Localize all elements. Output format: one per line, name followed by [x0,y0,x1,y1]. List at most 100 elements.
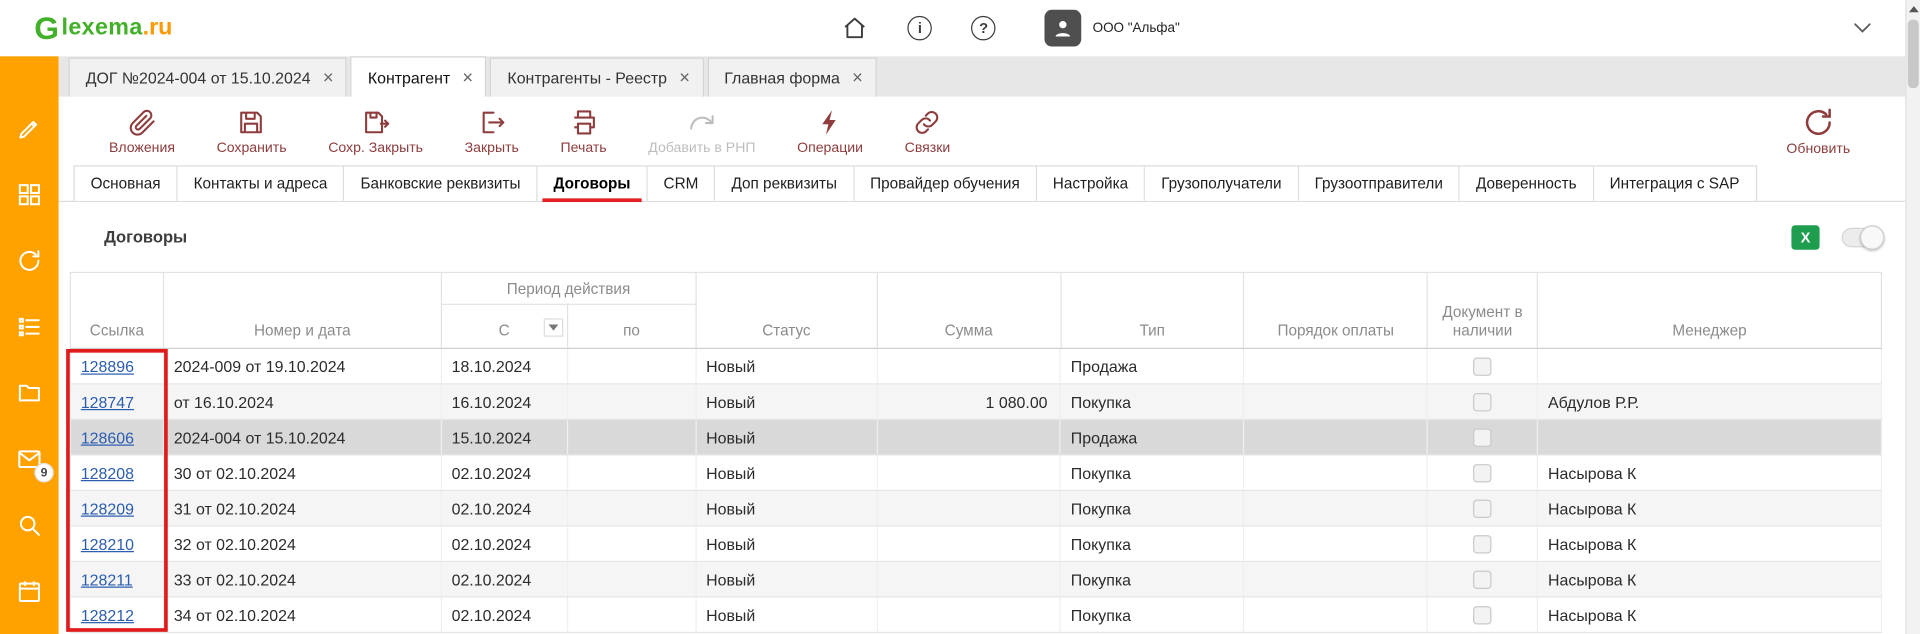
cell-payment [1245,420,1429,454]
contract-link[interactable]: 128606 [81,428,134,446]
window-tab[interactable]: Контрагент × [351,56,487,96]
edit-icon[interactable] [16,115,43,142]
table-row[interactable]: 128212 34 от 02.10.2024 02.10.2024 Новый… [70,598,1882,634]
doc-checkbox[interactable] [1473,392,1491,410]
col-header-payment[interactable]: Порядок оплаты [1245,273,1429,348]
links-button[interactable]: Связки [884,107,971,155]
window-tab[interactable]: Главная форма × [707,58,876,97]
save-button[interactable]: Сохранить [196,107,308,155]
contract-link[interactable]: 128208 [81,463,134,481]
chevron-down-icon[interactable] [1849,15,1876,42]
col-header-link[interactable]: Ссылка [71,273,164,348]
cell-to [568,384,696,418]
tab-close-icon[interactable]: × [679,69,690,87]
grid-toggle[interactable] [1842,227,1884,247]
print-button[interactable]: Печать [540,107,628,155]
section-tab[interactable]: Грузоотправители [1299,165,1460,201]
cell-to [568,598,696,632]
section-tab[interactable]: Доп реквизиты [716,165,855,201]
section-tab[interactable]: Настройка [1037,165,1145,201]
tab-close-icon[interactable]: × [323,69,334,87]
contract-link[interactable]: 128211 [81,570,133,588]
vertical-scrollbar[interactable] [1905,0,1920,634]
mail-icon[interactable]: 9 [16,446,43,473]
col-header-doc[interactable]: Документ в наличии [1428,273,1538,348]
cell-payment [1245,384,1429,418]
add-rnp-button[interactable]: Добавить в РНП [627,107,776,155]
sync-icon[interactable] [16,247,43,274]
window-tab[interactable]: ДОГ №2024-004 от 15.10.2024 × [69,58,347,97]
section-tab[interactable]: Доверенность [1460,165,1594,201]
calendar-icon[interactable] [16,578,43,605]
section-tab[interactable]: Провайдер обучения [854,165,1037,201]
sort-dropdown-icon[interactable] [543,318,563,336]
cell-type: Покупка [1061,384,1245,418]
col-header-from[interactable]: С [442,305,568,348]
user-avatar[interactable] [1045,10,1082,47]
table-row[interactable]: 128210 32 от 02.10.2024 02.10.2024 Новый… [70,527,1882,563]
excel-export-button[interactable]: X [1791,225,1819,249]
paperclip-icon [127,107,156,136]
col-header-sum[interactable]: Сумма [878,273,1062,348]
section-tab[interactable]: CRM [648,165,716,201]
modules-grid-icon[interactable] [16,181,43,208]
section-tab[interactable]: Договоры [538,165,648,201]
contract-link[interactable]: 128747 [81,392,134,410]
section-tab[interactable]: Основная [73,165,177,201]
section-tab-label: Основная [91,175,161,192]
contracts-table: Ссылка Номер и дата Период действия С по [70,272,1882,633]
cell-number: 31 от 02.10.2024 [164,491,442,525]
operations-button[interactable]: Операции [776,107,884,155]
cell-status: Новый [696,527,877,561]
section-tab[interactable]: Интеграция с SAP [1594,165,1757,201]
info-icon[interactable]: i [908,16,932,40]
table-row[interactable]: 128209 31 от 02.10.2024 02.10.2024 Новый… [70,491,1882,527]
table-row[interactable]: 128208 30 от 02.10.2024 02.10.2024 Новый… [70,456,1882,492]
close-button[interactable]: Закрыть [444,107,540,155]
col-header-type[interactable]: Тип [1061,273,1245,348]
col-header-to[interactable]: по [568,305,697,348]
attachments-button[interactable]: Вложения [88,107,196,155]
col-header-number[interactable]: Номер и дата [164,273,442,348]
help-icon[interactable]: ? [971,16,995,40]
doc-checkbox[interactable] [1473,606,1491,624]
save-close-button[interactable]: Сохр. Закрыть [307,107,443,155]
lexema-logo[interactable]: G lexema .ru [34,12,172,44]
cell-payment [1245,491,1429,525]
doc-checkbox[interactable] [1473,463,1491,481]
cell-doc [1428,456,1538,490]
section-tab[interactable]: Контакты и адреса [178,165,345,201]
section-tab[interactable]: Банковские реквизиты [345,165,538,201]
cell-number: 2024-009 от 19.10.2024 [164,349,442,383]
contract-link[interactable]: 128212 [81,606,134,624]
cell-payment [1245,598,1429,632]
cell-payment [1245,456,1429,490]
table-row[interactable]: 128211 33 от 02.10.2024 02.10.2024 Новый… [70,562,1882,598]
table-row[interactable]: 128747 от 16.10.2024 16.10.2024 Новый 1 … [70,384,1882,420]
col-header-manager[interactable]: Менеджер [1538,273,1882,348]
report-list-icon[interactable] [16,313,43,340]
contract-link[interactable]: 128210 [81,534,134,552]
scroll-up-icon[interactable] [1907,0,1920,17]
folder-icon[interactable] [16,380,43,407]
tab-close-icon[interactable]: × [852,69,863,87]
table-row[interactable]: 128896 2024-009 от 19.10.2024 18.10.2024… [70,349,1882,385]
home-icon[interactable] [842,15,869,42]
doc-checkbox[interactable] [1473,428,1491,446]
table-row[interactable]: 128606 2024-004 от 15.10.2024 15.10.2024… [70,420,1882,456]
doc-checkbox[interactable] [1473,357,1491,375]
doc-checkbox[interactable] [1473,534,1491,552]
section-tab[interactable]: Грузополучатели [1145,165,1298,201]
doc-checkbox[interactable] [1473,570,1491,588]
search-icon[interactable] [16,512,43,539]
scrollbar-thumb[interactable] [1908,20,1919,89]
doc-checkbox[interactable] [1473,499,1491,517]
contract-link[interactable]: 128896 [81,357,134,375]
refresh-button[interactable]: Обновить [1766,106,1871,156]
cell-from: 02.10.2024 [442,491,568,525]
col-header-status[interactable]: Статус [696,273,877,348]
tab-close-icon[interactable]: × [462,68,473,86]
contract-link[interactable]: 128209 [81,499,134,517]
company-selector[interactable]: ООО "Альфа" [1093,21,1180,36]
window-tab[interactable]: Контрагенты - Реестр × [490,58,703,97]
